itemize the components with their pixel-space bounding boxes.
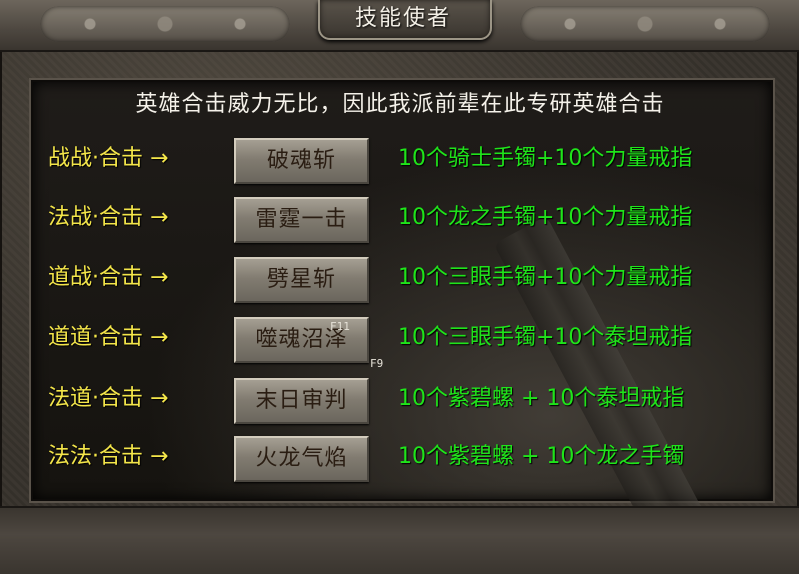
skill-button-末日审判[interactable]: 末日审判 [234, 378, 369, 424]
skill-button-火龙气焰[interactable]: 火龙气焰 [234, 436, 369, 482]
intro-text: 英雄合击威力无比，因此我派前辈在此专研英雄合击 [135, 92, 665, 117]
arrow-icon: → [150, 146, 169, 171]
arrow-icon: → [150, 325, 169, 350]
skill-button-破魂斩[interactable]: 破魂斩 [234, 138, 369, 184]
requirement-text: 10个紫碧螺 + 10个龙之手镯 [398, 444, 685, 469]
arrow-icon: → [150, 265, 169, 290]
dragon-ornament-icon [40, 6, 290, 42]
requirement-text: 10个三眼手镯+10个泰坦戒指 [398, 325, 693, 350]
requirement-text: 10个骑士手镯+10个力量戒指 [398, 146, 693, 171]
skill-row: 道战·合击 → 劈星斩 10个三眼手镯+10个力量戒指 [0, 255, 799, 303]
arrow-icon: → [150, 205, 169, 230]
combo-label: 道战·合击 → [48, 265, 169, 290]
skill-button-雷霆一击[interactable]: 雷霆一击 [234, 197, 369, 243]
game-window: 技能使者 英雄合击威力无比，因此我派前辈在此专研英雄合击 战战·合击 → 破魂斩… [0, 0, 799, 574]
window-title: 技能使者 [354, 6, 451, 31]
requirement-text: 10个龙之手镯+10个力量戒指 [398, 205, 693, 230]
arrow-icon: → [150, 386, 169, 411]
requirement-text: 10个三眼手镯+10个力量戒指 [398, 265, 693, 290]
combo-label: 法法·合击 → [48, 444, 169, 469]
combo-label: 战战·合击 → [48, 146, 169, 171]
combo-label: 道道·合击 → [48, 325, 169, 350]
combo-label: 法道·合击 → [48, 386, 169, 411]
skill-row: 法道·合击 → 末日审判 10个紫碧螺 + 10个泰坦戒指 [0, 376, 799, 424]
window-bottom-border [0, 506, 799, 574]
hotkey-f9-label: F9 [370, 357, 384, 370]
arrow-icon: → [150, 444, 169, 469]
skill-row: 战战·合击 → 破魂斩 10个骑士手镯+10个力量戒指 [0, 136, 799, 184]
combo-label: 法战·合击 → [48, 205, 169, 230]
skill-row: 道道·合击 → 噬魂沼泽 10个三眼手镯+10个泰坦戒指 [0, 315, 799, 363]
requirement-text: 10个紫碧螺 + 10个泰坦戒指 [398, 386, 685, 411]
skill-button-劈星斩[interactable]: 劈星斩 [234, 257, 369, 303]
hotkey-f11-label: F11 [330, 320, 350, 333]
skill-row: 法战·合击 → 雷霆一击 10个龙之手镯+10个力量戒指 [0, 195, 799, 243]
dragon-ornament-icon [520, 6, 770, 42]
skill-row: 法法·合击 → 火龙气焰 10个紫碧螺 + 10个龙之手镯 [0, 434, 799, 482]
